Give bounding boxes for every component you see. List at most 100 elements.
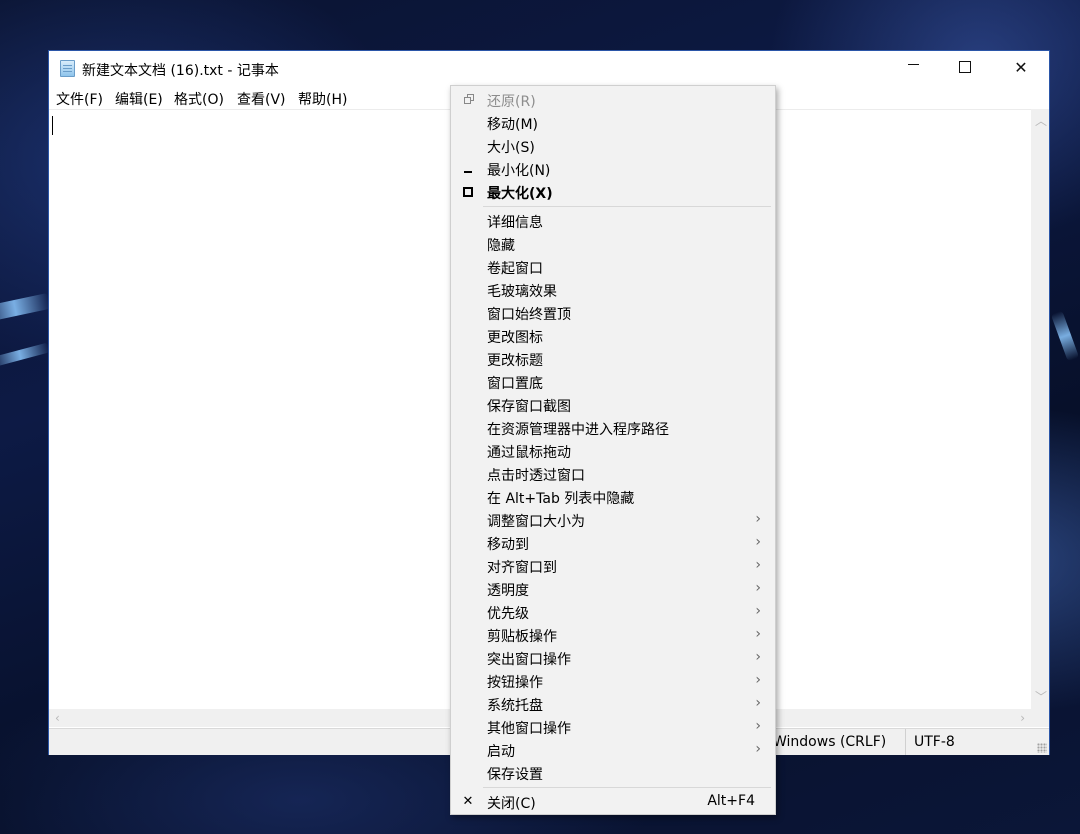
menu-item-change-icon[interactable]: 更改图标	[453, 325, 773, 348]
window-title: 新建文本文档 (16).txt - 记事本	[82, 63, 279, 79]
menu-item-label: 窗口始终置顶	[487, 307, 571, 323]
menu-item-label: 点击时透过窗口	[487, 468, 585, 484]
menu-item-label: 通过鼠标拖动	[487, 445, 571, 461]
chevron-right-icon: ›	[755, 695, 761, 711]
menu-item-startup[interactable]: 启动 ›	[453, 739, 773, 762]
menu-item-change-title[interactable]: 更改标题	[453, 348, 773, 371]
menu-item-label: 保存设置	[487, 767, 543, 783]
menu-item-label: 窗口置底	[487, 376, 543, 392]
chevron-right-icon: ›	[755, 718, 761, 734]
scrollbar-corner	[1031, 709, 1049, 727]
menu-format[interactable]: 格式(O)	[174, 89, 224, 109]
menu-item-align-to[interactable]: 对齐窗口到 ›	[453, 555, 773, 578]
resize-grip-icon[interactable]	[1037, 743, 1047, 753]
menu-help[interactable]: 帮助(H)	[298, 89, 347, 109]
close-icon: ✕	[462, 794, 474, 809]
menu-item-details[interactable]: 详细信息	[453, 210, 773, 233]
menu-item-always-on-top[interactable]: 窗口始终置顶	[453, 302, 773, 325]
menu-item-label: 关闭(C)	[487, 796, 536, 812]
window-context-menu: 还原(R) 移动(M) 大小(S) 最小化(N) 最大化(X) 详细信息 隐藏 …	[450, 85, 776, 815]
maximize-icon	[460, 184, 476, 200]
chevron-right-icon: ›	[755, 511, 761, 527]
chevron-right-icon: ›	[755, 557, 761, 573]
menu-item-close[interactable]: ✕ 关闭(C) Alt+F4	[453, 791, 773, 814]
menu-item-resize-to[interactable]: 调整窗口大小为 ›	[453, 509, 773, 532]
menu-item-label: 剪贴板操作	[487, 629, 557, 645]
menu-item-label: 详细信息	[487, 215, 543, 231]
menu-item-minimize[interactable]: 最小化(N)	[453, 158, 773, 181]
menu-item-label: 大小(S)	[487, 140, 535, 156]
menu-item-restore[interactable]: 还原(R)	[453, 89, 773, 112]
menu-item-label: 优先级	[487, 606, 529, 622]
scroll-down-icon[interactable]: ﹀	[1035, 691, 1047, 703]
menu-item-label: 更改图标	[487, 330, 543, 346]
menu-item-highlight-window[interactable]: 突出窗口操作 ›	[453, 647, 773, 670]
menu-item-label: 在资源管理器中进入程序路径	[487, 422, 669, 438]
menu-item-click-through[interactable]: 点击时透过窗口	[453, 463, 773, 486]
menu-item-label: 对齐窗口到	[487, 560, 557, 576]
text-caret	[52, 116, 53, 135]
chevron-right-icon: ›	[755, 603, 761, 619]
minimize-icon	[907, 64, 919, 65]
menu-item-priority[interactable]: 优先级 ›	[453, 601, 773, 624]
scroll-right-icon[interactable]: ›	[1020, 712, 1025, 724]
menu-separator	[483, 787, 771, 788]
menu-item-label: 毛玻璃效果	[487, 284, 557, 300]
chevron-right-icon: ›	[755, 580, 761, 596]
wallpaper-streak	[1050, 310, 1080, 362]
menu-item-roll-up[interactable]: 卷起窗口	[453, 256, 773, 279]
scroll-left-icon[interactable]: ‹	[55, 712, 60, 724]
chevron-right-icon: ›	[755, 534, 761, 550]
menu-item-save-screenshot[interactable]: 保存窗口截图	[453, 394, 773, 417]
menu-item-label: 调整窗口大小为	[487, 514, 585, 530]
scroll-up-icon[interactable]: ︿	[1035, 115, 1047, 127]
menu-item-move[interactable]: 移动(M)	[453, 112, 773, 135]
menu-item-mouse-drag[interactable]: 通过鼠标拖动	[453, 440, 773, 463]
menu-item-send-to-bottom[interactable]: 窗口置底	[453, 371, 773, 394]
chevron-right-icon: ›	[755, 649, 761, 665]
menu-item-move-to[interactable]: 移动到 ›	[453, 532, 773, 555]
menu-item-label: 更改标题	[487, 353, 543, 369]
title-bar[interactable]: 新建文本文档 (16).txt - 记事本 ✕	[49, 51, 1049, 85]
close-icon: ✕	[1014, 58, 1028, 77]
menu-separator	[483, 206, 771, 207]
close-button[interactable]: ✕	[993, 51, 1049, 85]
menu-item-frosted-glass[interactable]: 毛玻璃效果	[453, 279, 773, 302]
menu-item-label: 最小化(N)	[487, 163, 551, 179]
wallpaper-streak	[0, 292, 51, 324]
menu-item-label: 移动(M)	[487, 117, 539, 133]
chevron-right-icon: ›	[755, 672, 761, 688]
menu-item-label: 启动	[487, 744, 515, 760]
menu-item-open-in-explorer[interactable]: 在资源管理器中进入程序路径	[453, 417, 773, 440]
menu-edit[interactable]: 编辑(E)	[115, 89, 163, 109]
menu-item-save-settings[interactable]: 保存设置	[453, 762, 773, 785]
menu-item-maximize[interactable]: 最大化(X)	[453, 181, 773, 204]
menu-item-label: 隐藏	[487, 238, 515, 254]
vertical-scrollbar[interactable]: ︿ ﹀	[1031, 109, 1049, 709]
menu-item-system-tray[interactable]: 系统托盘 ›	[453, 693, 773, 716]
restore-icon	[460, 92, 476, 108]
menu-item-hide[interactable]: 隐藏	[453, 233, 773, 256]
minimize-button[interactable]	[885, 51, 941, 85]
chevron-right-icon: ›	[755, 626, 761, 642]
status-line-ending: Windows (CRLF)	[773, 734, 887, 750]
menu-item-label: 在 Alt+Tab 列表中隐藏	[487, 491, 635, 507]
menu-file[interactable]: 文件(F)	[56, 89, 103, 109]
wallpaper-streak	[0, 342, 51, 368]
menu-item-size[interactable]: 大小(S)	[453, 135, 773, 158]
menu-item-button-actions[interactable]: 按钮操作 ›	[453, 670, 773, 693]
notepad-app-icon[interactable]	[60, 60, 75, 77]
menu-item-label: 按钮操作	[487, 675, 543, 691]
menu-view[interactable]: 查看(V)	[237, 89, 286, 109]
menu-item-label: 其他窗口操作	[487, 721, 571, 737]
menu-item-transparency[interactable]: 透明度 ›	[453, 578, 773, 601]
menu-item-label: 移动到	[487, 537, 529, 553]
maximize-button[interactable]	[937, 51, 993, 85]
menu-item-label: 保存窗口截图	[487, 399, 571, 415]
minimize-icon	[460, 161, 476, 177]
menu-item-label: 卷起窗口	[487, 261, 543, 277]
menu-item-clipboard[interactable]: 剪贴板操作 ›	[453, 624, 773, 647]
menu-item-shortcut: Alt+F4	[707, 793, 755, 809]
menu-item-other-window-actions[interactable]: 其他窗口操作 ›	[453, 716, 773, 739]
menu-item-hide-alt-tab[interactable]: 在 Alt+Tab 列表中隐藏	[453, 486, 773, 509]
